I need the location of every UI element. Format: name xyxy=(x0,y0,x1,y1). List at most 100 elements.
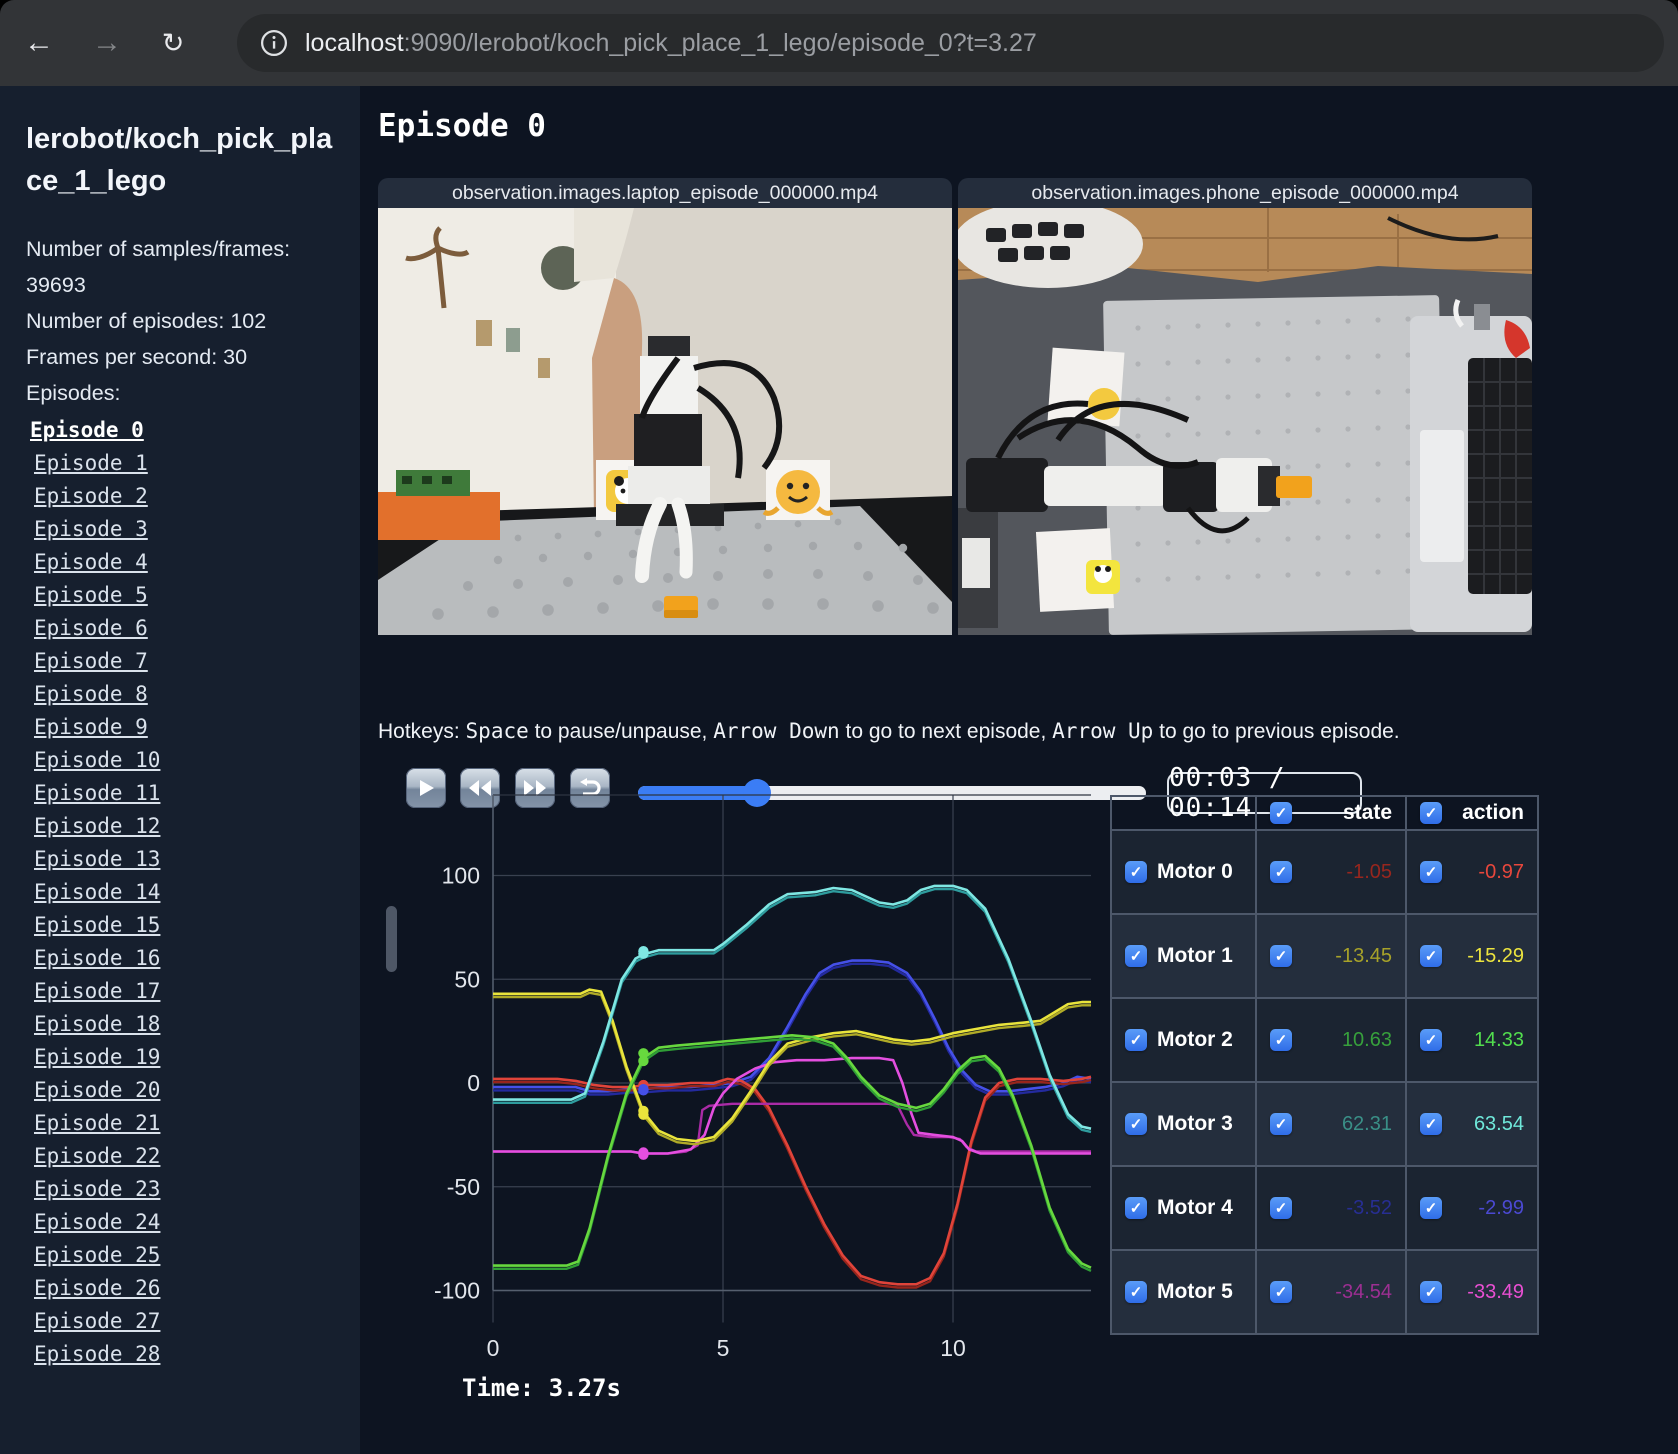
episode-link-episode-27[interactable]: Episode 27 xyxy=(34,1305,360,1338)
checkbox-icon[interactable]: ✓ xyxy=(1420,945,1442,967)
fast-forward-button[interactable] xyxy=(515,768,555,808)
back-icon[interactable]: ← xyxy=(22,26,56,60)
loop-button[interactable] xyxy=(570,768,610,808)
scrollbar-thumb[interactable] xyxy=(386,906,397,972)
action-cell: ✓ -33.49 xyxy=(1406,1250,1538,1334)
url-bar[interactable]: localhost:9090/lerobot/koch_pick_place_1… xyxy=(237,14,1664,72)
episode-link-episode-3[interactable]: Episode 3 xyxy=(34,513,360,546)
episode-link-episode-24[interactable]: Episode 24 xyxy=(34,1206,360,1239)
svg-text:100: 100 xyxy=(442,863,480,889)
video-caption-phone: observation.images.phone_episode_000000.… xyxy=(958,178,1532,208)
motor-name-cell: ✓ Motor 3 xyxy=(1111,1082,1256,1166)
seek-slider[interactable] xyxy=(638,779,1146,807)
episode-link-episode-15[interactable]: Episode 15 xyxy=(34,909,360,942)
episode-link-episode-23[interactable]: Episode 23 xyxy=(34,1173,360,1206)
episode-link-episode-5[interactable]: Episode 5 xyxy=(34,579,360,612)
svg-text:5: 5 xyxy=(717,1335,730,1361)
url-text[interactable]: localhost:9090/lerobot/koch_pick_place_1… xyxy=(305,29,1037,58)
checkbox-icon[interactable]: ✓ xyxy=(1125,1197,1147,1219)
episode-link-episode-16[interactable]: Episode 16 xyxy=(34,942,360,975)
checkbox-icon[interactable]: ✓ xyxy=(1420,861,1442,883)
rewind-button[interactable] xyxy=(460,768,500,808)
table-row: ✓ Motor 3 ✓ 62.31 ✓ 63.54 xyxy=(1111,1082,1538,1166)
episode-link-episode-14[interactable]: Episode 14 xyxy=(34,876,360,909)
action-value: -15.29 xyxy=(1467,944,1524,967)
episode-link-episode-28[interactable]: Episode 28 xyxy=(34,1338,360,1371)
episode-link-episode-25[interactable]: Episode 25 xyxy=(34,1239,360,1272)
motor-name-cell: ✓ Motor 2 xyxy=(1111,998,1256,1082)
episode-link-episode-21[interactable]: Episode 21 xyxy=(34,1107,360,1140)
episode-link-episode-22[interactable]: Episode 22 xyxy=(34,1140,360,1173)
state-cell: ✓ 62.31 xyxy=(1256,1082,1406,1166)
action-cell: ✓ -2.99 xyxy=(1406,1166,1538,1250)
episode-link-episode-6[interactable]: Episode 6 xyxy=(34,612,360,645)
state-value: -3.52 xyxy=(1346,1196,1392,1219)
column-label-state: state xyxy=(1342,801,1392,824)
play-icon xyxy=(420,780,434,796)
video-panel-phone[interactable]: observation.images.phone_episode_000000.… xyxy=(958,178,1532,635)
checkbox-icon[interactable]: ✓ xyxy=(1420,802,1442,824)
episode-link-episode-11[interactable]: Episode 11 xyxy=(34,777,360,810)
checkbox-icon[interactable]: ✓ xyxy=(1270,1113,1292,1135)
fast-forward-icon xyxy=(524,780,546,796)
motor-name-cell: ✓ Motor 1 xyxy=(1111,914,1256,998)
reload-icon[interactable]: ↻ xyxy=(156,26,190,60)
checkbox-icon[interactable]: ✓ xyxy=(1270,1281,1292,1303)
checkbox-icon[interactable]: ✓ xyxy=(1420,1029,1442,1051)
seek-slider-thumb[interactable] xyxy=(743,779,771,807)
forward-icon[interactable]: → xyxy=(90,26,124,60)
episode-link-episode-8[interactable]: Episode 8 xyxy=(34,678,360,711)
checkbox-icon[interactable]: ✓ xyxy=(1125,1113,1147,1135)
play-button[interactable] xyxy=(406,768,446,808)
action-value: -33.49 xyxy=(1467,1280,1524,1303)
motor-name-cell: ✓ Motor 0 xyxy=(1111,830,1256,914)
episode-link-episode-26[interactable]: Episode 26 xyxy=(34,1272,360,1305)
episodes-heading: Episodes: xyxy=(26,380,121,405)
hotkey-space: Space xyxy=(465,719,529,743)
episode-link-episode-20[interactable]: Episode 20 xyxy=(34,1074,360,1107)
checkbox-icon[interactable]: ✓ xyxy=(1125,1281,1147,1303)
episode-link-episode-4[interactable]: Episode 4 xyxy=(34,546,360,579)
episode-link-episode-2[interactable]: Episode 2 xyxy=(34,480,360,513)
column-header-action: ✓ action xyxy=(1406,796,1538,830)
episode-link-episode-9[interactable]: Episode 9 xyxy=(34,711,360,744)
motor-name-cell: ✓ Motor 4 xyxy=(1111,1166,1256,1250)
checkbox-icon[interactable]: ✓ xyxy=(1270,1029,1292,1051)
svg-text:0: 0 xyxy=(487,1335,500,1361)
state-value: -1.05 xyxy=(1346,860,1392,883)
episode-link-episode-19[interactable]: Episode 19 xyxy=(34,1041,360,1074)
page-title: Episode 0 xyxy=(378,108,546,144)
checkbox-icon[interactable]: ✓ xyxy=(1420,1281,1442,1303)
episode-link-episode-12[interactable]: Episode 12 xyxy=(34,810,360,843)
episode-link-episode-1[interactable]: Episode 1 xyxy=(34,447,360,480)
column-header-state: ✓ state xyxy=(1256,796,1406,830)
state-cell: ✓ -34.54 xyxy=(1256,1250,1406,1334)
state-value: 62.31 xyxy=(1341,1112,1392,1135)
episode-link-episode-13[interactable]: Episode 13 xyxy=(34,843,360,876)
table-row: ✓ Motor 2 ✓ 10.63 ✓ 14.33 xyxy=(1111,998,1538,1082)
checkbox-icon[interactable]: ✓ xyxy=(1270,861,1292,883)
app-body: lerobot/koch_pick_place_1_lego Number of… xyxy=(0,86,1678,1454)
checkbox-icon[interactable]: ✓ xyxy=(1420,1113,1442,1135)
motor-name: Motor 0 xyxy=(1157,860,1233,883)
video-panel-laptop[interactable]: observation.images.laptop_episode_000000… xyxy=(378,178,952,635)
checkbox-icon[interactable]: ✓ xyxy=(1125,1029,1147,1051)
episode-link-episode-17[interactable]: Episode 17 xyxy=(34,975,360,1008)
checkbox-icon[interactable]: ✓ xyxy=(1420,1197,1442,1219)
episode-link-episode-0[interactable]: Episode 0 xyxy=(30,414,360,447)
rewind-icon xyxy=(469,780,491,796)
checkbox-icon[interactable]: ✓ xyxy=(1270,945,1292,967)
info-icon[interactable] xyxy=(259,28,289,58)
episode-link-episode-7[interactable]: Episode 7 xyxy=(34,645,360,678)
svg-text:10: 10 xyxy=(940,1335,966,1361)
svg-text:0: 0 xyxy=(467,1070,480,1096)
motor-table: ✓ state ✓ action ✓ Motor 0 ✓ -1.05 ✓ -0.97 ✓ Motor … xyxy=(1110,795,1539,1335)
checkbox-icon[interactable]: ✓ xyxy=(1270,802,1292,824)
video-frame-laptop xyxy=(378,208,952,635)
episode-link-episode-18[interactable]: Episode 18 xyxy=(34,1008,360,1041)
checkbox-icon[interactable]: ✓ xyxy=(1125,861,1147,883)
checkbox-icon[interactable]: ✓ xyxy=(1125,945,1147,967)
checkbox-icon[interactable]: ✓ xyxy=(1270,1197,1292,1219)
episode-link-episode-10[interactable]: Episode 10 xyxy=(34,744,360,777)
column-label-action: action xyxy=(1462,801,1524,824)
